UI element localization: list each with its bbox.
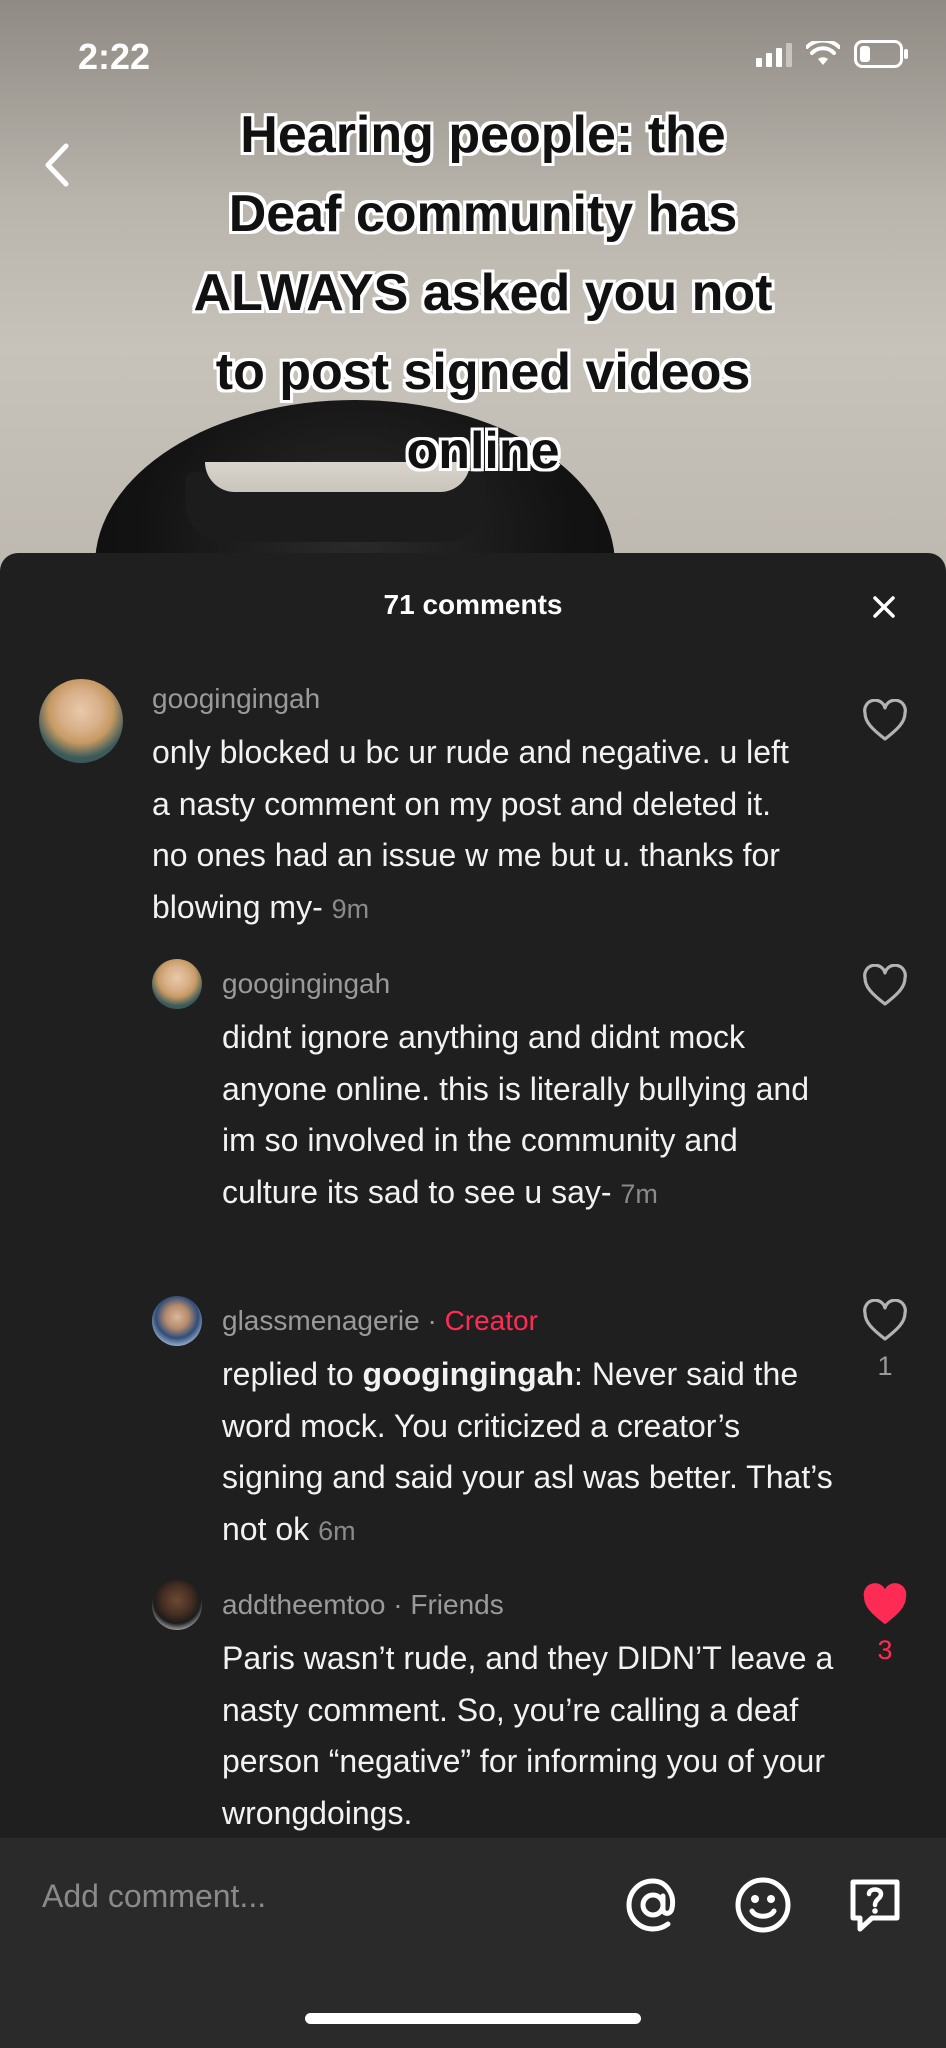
comment-username[interactable]: googingingah [222, 968, 390, 1000]
creator-badge: Creator [444, 1305, 538, 1336]
home-indicator[interactable] [305, 2013, 641, 2024]
comment-text: replied to googingingah: Never said the … [222, 1349, 842, 1557]
question-sticker-icon[interactable] [846, 1876, 904, 1934]
comment-input-bar: Add comment... [0, 1838, 946, 2048]
comment-text: only blocked u bc ur rude and negative. … [152, 727, 812, 935]
heart-filled-icon[interactable] [862, 1583, 908, 1627]
caption-line: to post signed videos [215, 343, 751, 401]
caption-line: ALWAYS asked you not [193, 264, 773, 322]
battery-icon [854, 40, 908, 68]
caption-line: Hearing people: the [240, 106, 726, 164]
username-text: addtheemtoo [222, 1589, 386, 1620]
avatar[interactable] [152, 959, 202, 1009]
heart-outline-icon[interactable] [862, 699, 908, 743]
comment-time: 6m [318, 1515, 356, 1546]
video-caption: Hearing people: the Deaf community has A… [120, 96, 846, 491]
comment-time: 7m [620, 1178, 658, 1209]
reply-to-username[interactable]: googingingah [363, 1356, 575, 1392]
heart-outline-icon[interactable] [862, 1299, 908, 1343]
comments-sheet: 71 comments googingingah only blocked u … [0, 553, 946, 2048]
comment-text: Paris wasn’t rude, and they DIDN’T leave… [222, 1633, 842, 1839]
avatar[interactable] [152, 1580, 202, 1630]
friends-badge: Friends [410, 1589, 504, 1620]
comment-username[interactable]: glassmenagerie · Creator [222, 1305, 538, 1337]
comment-body: only blocked u bc ur rude and negative. … [152, 734, 789, 925]
username-text: glassmenagerie [222, 1305, 420, 1336]
comments-count-title: 71 comments [383, 589, 563, 620]
badge-separator: · [393, 1589, 403, 1620]
mention-icon[interactable] [624, 1876, 682, 1934]
like-count: 3 [877, 1635, 893, 1665]
avatar[interactable] [152, 1296, 202, 1346]
comment-body: didnt ignore anything and didnt mock any… [222, 1019, 810, 1210]
status-icons [756, 40, 910, 68]
wifi-icon [806, 41, 840, 65]
comment-body: Paris wasn’t rude, and they DIDN’T leave… [222, 1640, 834, 1831]
comment-text: didnt ignore anything and didnt mock any… [222, 1012, 842, 1220]
like-count: 1 [877, 1351, 893, 1381]
add-comment-input[interactable]: Add comment... [42, 1878, 266, 1915]
signal-icon [756, 41, 792, 67]
caption-line: Deaf community has [228, 185, 738, 243]
heart-outline-icon[interactable] [862, 964, 908, 1008]
emoji-icon[interactable] [734, 1876, 792, 1934]
avatar[interactable] [39, 679, 123, 763]
comment-username[interactable]: googingingah [152, 683, 320, 715]
close-icon[interactable] [866, 589, 902, 625]
status-time: 2:22 [78, 36, 151, 77]
comment-time: 9m [331, 893, 370, 924]
back-chevron-icon[interactable] [38, 140, 78, 190]
comment-username[interactable]: addtheemtoo · Friends [222, 1589, 504, 1621]
badge-separator: · [427, 1305, 437, 1336]
reply-prefix: replied to [222, 1356, 354, 1392]
video-background: Hearing people: the Deaf community has A… [0, 0, 946, 580]
caption-line: online [406, 422, 560, 480]
